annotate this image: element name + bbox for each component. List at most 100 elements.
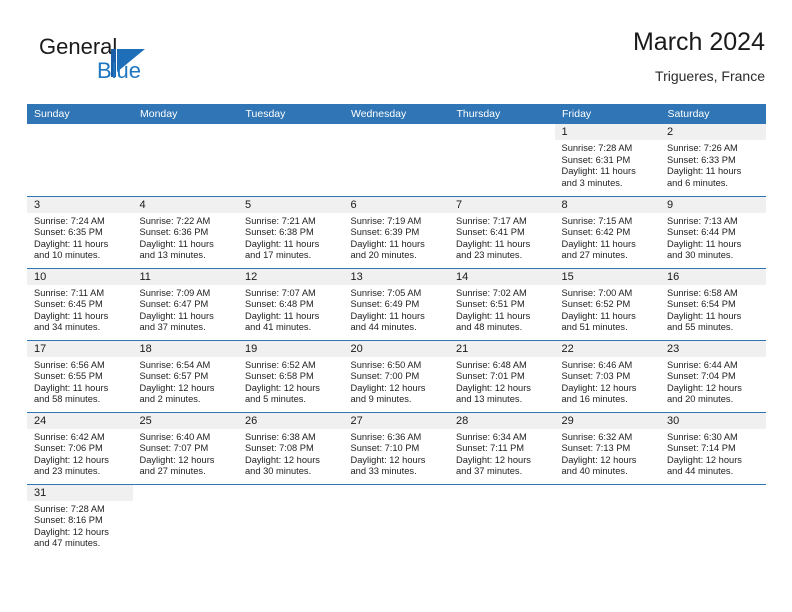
calendar-day-cell[interactable]: 20 Sunrise: 6:50 AM Sunset: 7:00 PM Dayligh… xyxy=(343,339,449,412)
brand-name-general: General xyxy=(39,34,118,59)
daylight-text-line1: Daylight: 12 hours xyxy=(139,382,215,393)
sunset-text: Sunset: 6:52 PM xyxy=(561,299,631,310)
calendar-day-cell[interactable]: 29 Sunrise: 6:32 AM Sunset: 7:13 PM Dayligh… xyxy=(554,411,661,484)
calendar-day-cell[interactable]: 2 Sunrise: 7:26 AM Sunset: 6:33 PM Daylight… xyxy=(660,124,766,196)
calendar-empty-cell xyxy=(343,124,449,196)
calendar-empty-cell xyxy=(660,483,766,558)
day-details: Sunrise: 7:13 AM Sunset: 6:44 PM Daylight:… xyxy=(660,213,766,262)
calendar-day-cell[interactable]: 16 Sunrise: 6:58 AM Sunset: 6:54 PM Dayligh… xyxy=(660,267,766,340)
daylight-text-line2: and 9 minutes. xyxy=(350,394,412,405)
day-number xyxy=(238,124,344,140)
calendar-day-cell[interactable]: 8 Sunrise: 7:15 AM Sunset: 6:42 PM Daylight… xyxy=(554,195,660,268)
day-number: 25 xyxy=(132,412,238,429)
sunrise-text: Sunrise: 6:40 AM xyxy=(139,431,211,442)
day-number xyxy=(449,124,555,140)
calendar-day-cell[interactable]: 6 Sunrise: 7:19 AM Sunset: 6:39 PM Daylight… xyxy=(343,195,449,268)
sunrise-text: Sunrise: 6:54 AM xyxy=(139,359,211,370)
daylight-text-line1: Daylight: 12 hours xyxy=(456,454,531,465)
calendar-day-cell[interactable]: 31 Sunrise: 7:28 AM Sunset: 8:16 PM Dayligh… xyxy=(27,483,133,558)
day-details: Sunrise: 6:38 AM Sunset: 7:08 PM Daylight:… xyxy=(238,429,344,478)
calendar-day-cell[interactable]: 9 Sunrise: 7:13 AM Sunset: 6:44 PM Daylight… xyxy=(660,195,766,268)
daylight-text-line1: Daylight: 11 hours xyxy=(34,238,109,249)
calendar-day-cell[interactable]: 11 Sunrise: 7:09 AM Sunset: 6:47 PM Dayligh… xyxy=(132,267,238,340)
sunset-text: Sunset: 7:08 PM xyxy=(245,443,314,454)
calendar-day-cell[interactable]: 17 Sunrise: 6:56 AM Sunset: 6:55 PM Dayligh… xyxy=(27,339,133,412)
page-header: General Blue March 2024 Trigueres, Franc… xyxy=(27,26,765,98)
daylight-text-line2: and 16 minutes. xyxy=(561,394,628,405)
calendar-header-row: Sunday Monday Tuesday Wednesday Thursday… xyxy=(27,104,766,124)
calendar-day-cell[interactable]: 7 Sunrise: 7:17 AM Sunset: 6:41 PM Daylight… xyxy=(449,195,555,268)
daylight-text-line1: Daylight: 11 hours xyxy=(561,310,636,321)
sunset-text: Sunset: 6:31 PM xyxy=(561,154,631,165)
daylight-text-line2: and 55 minutes. xyxy=(667,322,734,333)
day-details: Sunrise: 6:32 AM Sunset: 7:13 PM Daylight:… xyxy=(555,429,661,478)
calendar-empty-cell xyxy=(554,483,660,558)
daylight-text-line2: and 34 minutes. xyxy=(34,322,101,333)
daylight-text-line1: Daylight: 11 hours xyxy=(561,238,636,249)
daylight-text-line1: Daylight: 12 hours xyxy=(245,454,320,465)
calendar-day-cell[interactable]: 26 Sunrise: 6:38 AM Sunset: 7:08 PM Dayligh… xyxy=(238,411,344,484)
daylight-text-line1: Daylight: 11 hours xyxy=(667,238,742,249)
calendar-day-cell[interactable]: 12 Sunrise: 7:07 AM Sunset: 6:48 PM Dayligh… xyxy=(238,267,344,340)
sunrise-text: Sunrise: 7:11 AM xyxy=(34,287,105,298)
brand-logo[interactable]: General Blue xyxy=(39,34,229,92)
sunset-text: Sunset: 6:58 PM xyxy=(245,371,314,382)
calendar-empty-cell xyxy=(449,124,555,196)
sunrise-text: Sunrise: 6:50 AM xyxy=(350,359,422,370)
daylight-text-line2: and 13 minutes. xyxy=(456,394,523,405)
sunrise-text: Sunrise: 6:36 AM xyxy=(350,431,422,442)
calendar-day-cell[interactable]: 13 Sunrise: 7:05 AM Sunset: 6:49 PM Dayligh… xyxy=(343,267,449,340)
daylight-text-line1: Daylight: 12 hours xyxy=(667,382,742,393)
calendar-day-cell[interactable]: 18 Sunrise: 6:54 AM Sunset: 6:57 PM Dayligh… xyxy=(132,339,238,412)
daylight-text-line2: and 17 minutes. xyxy=(245,250,312,261)
calendar-day-cell[interactable]: 1 Sunrise: 7:28 AM Sunset: 6:31 PM Daylight… xyxy=(554,124,661,196)
day-number: 23 xyxy=(660,340,766,357)
day-number: 24 xyxy=(27,412,133,429)
day-details: Sunrise: 6:40 AM Sunset: 7:07 PM Daylight:… xyxy=(133,429,239,478)
daylight-text-line2: and 10 minutes. xyxy=(34,250,101,261)
day-number: 8 xyxy=(554,196,660,213)
day-number: 16 xyxy=(660,268,766,285)
day-details: Sunrise: 7:28 AM Sunset: 6:31 PM Daylight:… xyxy=(555,140,661,189)
calendar-day-cell[interactable]: 15 Sunrise: 7:00 AM Sunset: 6:52 PM Dayligh… xyxy=(554,267,660,340)
sunset-text: Sunset: 6:54 PM xyxy=(667,299,736,310)
sunrise-text: Sunrise: 7:05 AM xyxy=(350,287,422,298)
daylight-text-line1: Daylight: 11 hours xyxy=(456,310,531,321)
page-title: March 2024 xyxy=(632,28,765,56)
sunrise-text: Sunrise: 7:19 AM xyxy=(350,215,422,226)
calendar-day-cell[interactable]: 4 Sunrise: 7:22 AM Sunset: 6:36 PM Daylight… xyxy=(132,195,238,268)
calendar-day-cell[interactable]: 10 Sunrise: 7:11 AM Sunset: 6:45 PM Dayligh… xyxy=(27,267,133,340)
sunset-text: Sunset: 7:07 PM xyxy=(139,443,209,454)
day-number: 21 xyxy=(449,340,555,357)
calendar-day-cell[interactable]: 19 Sunrise: 6:52 AM Sunset: 6:58 PM Dayligh… xyxy=(238,339,344,412)
calendar-day-cell[interactable]: 22 Sunrise: 6:46 AM Sunset: 7:03 PM Dayligh… xyxy=(554,339,660,412)
calendar-day-cell[interactable]: 5 Sunrise: 7:21 AM Sunset: 6:38 PM Daylight… xyxy=(238,195,344,268)
calendar-day-cell[interactable]: 28 Sunrise: 6:34 AM Sunset: 7:11 PM Dayligh… xyxy=(449,411,555,484)
calendar-day-cell[interactable]: 24 Sunrise: 6:42 AM Sunset: 7:06 PM Dayligh… xyxy=(27,411,133,484)
calendar-day-cell[interactable]: 14 Sunrise: 7:02 AM Sunset: 6:51 PM Dayligh… xyxy=(449,267,555,340)
daylight-text-line1: Daylight: 12 hours xyxy=(139,454,215,465)
day-number: 13 xyxy=(343,268,449,285)
calendar-empty-cell xyxy=(132,483,238,558)
sunset-text: Sunset: 6:35 PM xyxy=(34,227,103,238)
calendar-week-row: 10 Sunrise: 7:11 AM Sunset: 6:45 PM Dayligh… xyxy=(27,267,766,340)
day-details: Sunrise: 7:26 AM Sunset: 6:33 PM Daylight:… xyxy=(660,140,766,189)
day-number: 9 xyxy=(660,196,766,213)
daylight-text-line2: and 44 minutes. xyxy=(667,466,734,477)
calendar-day-cell[interactable]: 30 Sunrise: 6:30 AM Sunset: 7:14 PM Dayligh… xyxy=(660,411,766,484)
calendar-day-cell[interactable]: 3 Sunrise: 7:24 AM Sunset: 6:35 PM Daylight… xyxy=(27,195,133,268)
sunset-text: Sunset: 6:48 PM xyxy=(245,299,314,310)
day-number: 28 xyxy=(449,412,555,429)
day-number: 31 xyxy=(27,484,133,501)
day-details: Sunrise: 7:21 AM Sunset: 6:38 PM Daylight:… xyxy=(238,213,344,262)
daylight-text-line2: and 44 minutes. xyxy=(350,322,417,333)
day-details: Sunrise: 6:48 AM Sunset: 7:01 PM Daylight:… xyxy=(449,357,555,406)
calendar-day-cell[interactable]: 21 Sunrise: 6:48 AM Sunset: 7:01 PM Dayligh… xyxy=(449,339,555,412)
calendar-day-cell[interactable]: 25 Sunrise: 6:40 AM Sunset: 7:07 PM Dayligh… xyxy=(132,411,239,484)
calendar-day-cell[interactable]: 23 Sunrise: 6:44 AM Sunset: 7:04 PM Dayligh… xyxy=(660,339,766,412)
calendar-day-cell[interactable]: 27 Sunrise: 6:36 AM Sunset: 7:10 PM Dayligh… xyxy=(343,411,450,484)
daylight-text-line1: Daylight: 12 hours xyxy=(561,454,637,465)
sunrise-text: Sunrise: 7:28 AM xyxy=(34,503,105,514)
day-details: Sunrise: 6:36 AM Sunset: 7:10 PM Daylight:… xyxy=(344,429,450,478)
sunset-text: Sunset: 7:06 PM xyxy=(34,443,103,454)
